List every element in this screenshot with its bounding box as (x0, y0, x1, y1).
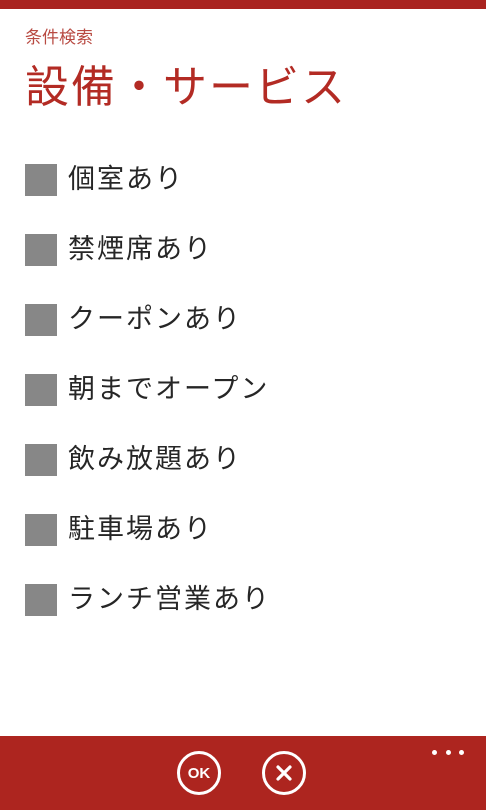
dot (459, 749, 464, 755)
top-accent-bar (0, 0, 486, 9)
page-subtitle: 条件検索 (25, 28, 93, 48)
page-title: 設備・サービス (25, 62, 347, 113)
option-coupon[interactable]: クーポンあり (25, 285, 242, 355)
dot (432, 749, 437, 755)
option-open-till-morning[interactable]: 朝までオープン (25, 355, 269, 425)
option-label: 飲み放題あり (68, 444, 242, 475)
option-all-you-can-drink[interactable]: 飲み放題あり (25, 425, 242, 495)
option-label: 駐車場あり (68, 514, 213, 545)
checkbox[interactable] (25, 374, 57, 406)
dot (445, 749, 451, 755)
option-lunch[interactable]: ランチ営業あり (25, 565, 271, 635)
checkbox[interactable] (25, 234, 57, 266)
checkbox[interactable] (25, 514, 57, 546)
option-non-smoking[interactable]: 禁煙席あり (25, 215, 213, 285)
app-bar: OK (0, 736, 486, 810)
close-circle-icon (276, 765, 292, 781)
ok-button[interactable]: OK (177, 751, 221, 795)
checkbox[interactable] (25, 584, 57, 616)
option-parking[interactable]: 駐車場あり (25, 495, 213, 565)
option-label: 個室あり (68, 164, 184, 195)
option-label: ランチ営業あり (68, 584, 271, 615)
option-label: 朝までオープン (68, 374, 270, 405)
option-private-room[interactable]: 個室あり (25, 145, 184, 215)
cancel-button[interactable] (262, 751, 306, 795)
option-label: クーポンあり (68, 304, 242, 335)
checkbox[interactable] (25, 304, 57, 336)
checkbox[interactable] (25, 164, 57, 196)
ellipsis-icon[interactable] (432, 746, 464, 758)
option-label: 禁煙席あり (68, 234, 213, 265)
checkbox[interactable] (25, 444, 57, 476)
ok-circle-icon: OK (187, 764, 211, 782)
search-conditions-page: 条件検索 設備・サービス 個室あり 禁煙席あり クーポンあり 朝までオープン 飲… (0, 0, 486, 810)
